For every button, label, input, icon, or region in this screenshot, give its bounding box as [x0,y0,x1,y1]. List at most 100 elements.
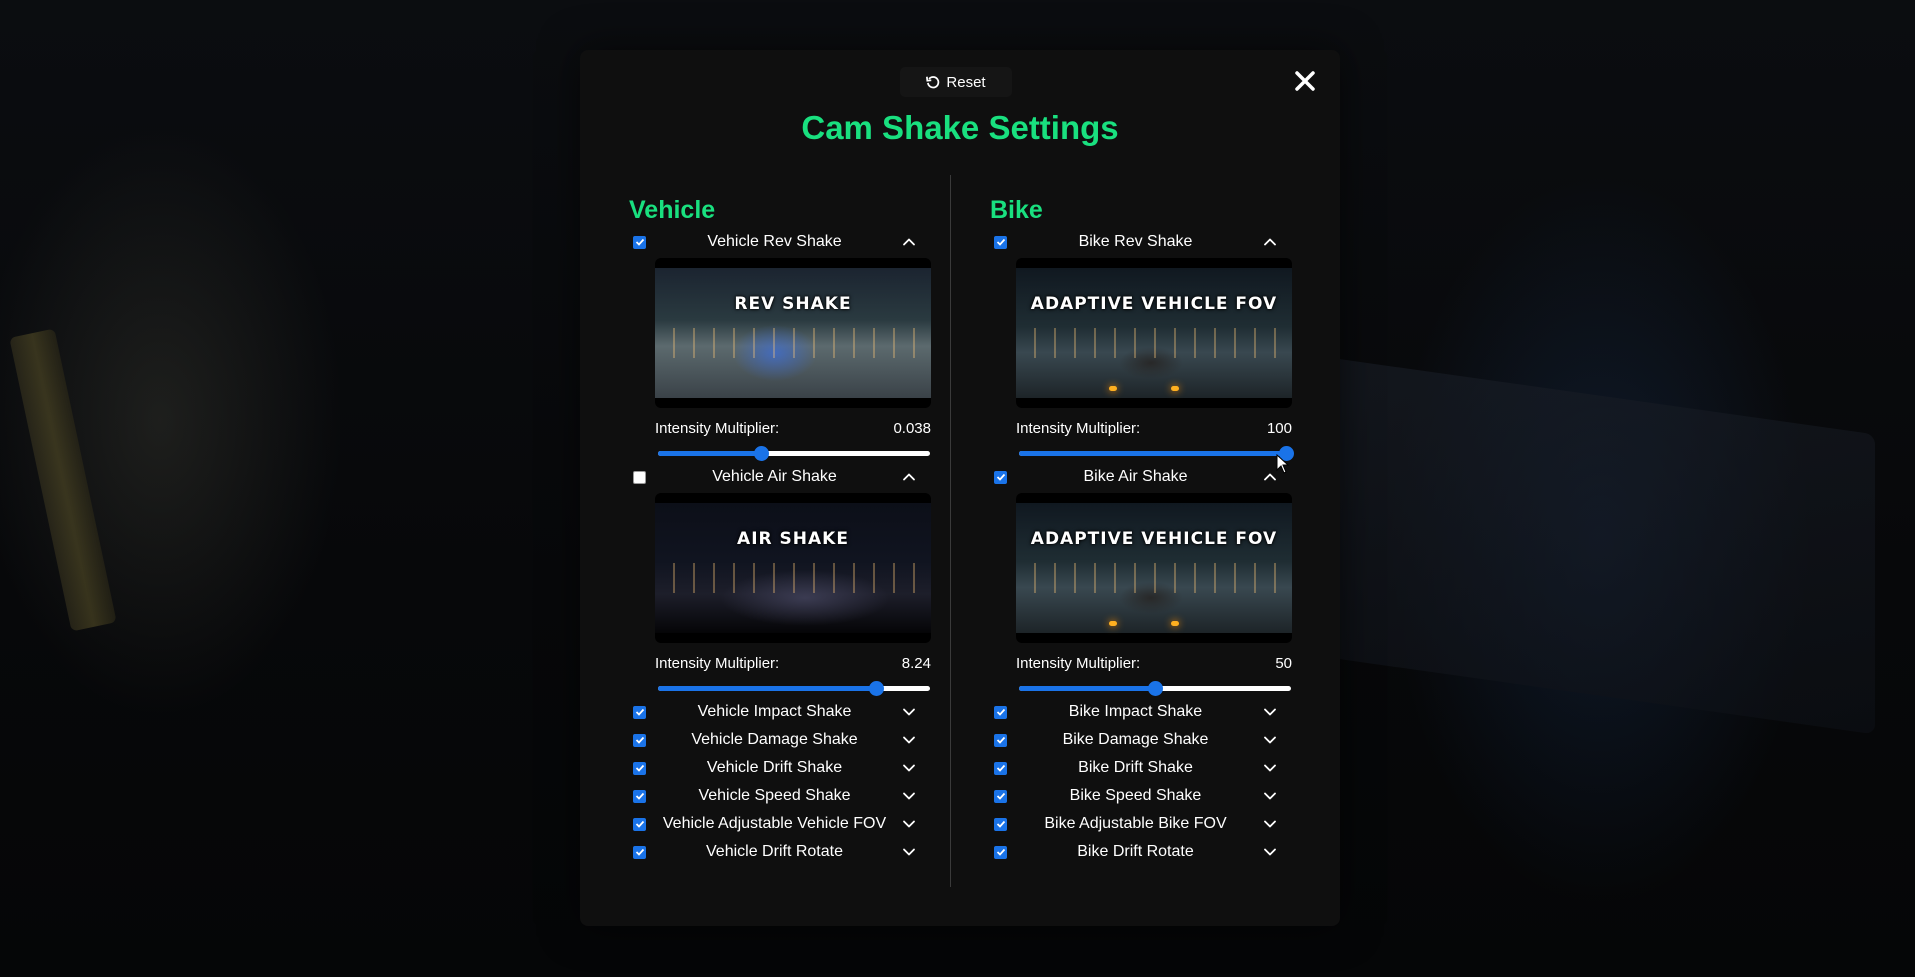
preview-image: REV SHAKE [655,258,931,408]
setting-label: Vehicle Drift Rotate [706,843,843,860]
background-vehicle [1315,355,1875,735]
checkmark-icon [996,238,1005,246]
intensity-label: Intensity Multiplier: [1016,420,1141,437]
slider-thumb[interactable] [754,446,770,461]
chevron-up-icon[interactable] [1260,232,1280,252]
checkmark-icon [996,848,1005,856]
setting-row: Bike Impact Shake [990,698,1290,726]
intensity-value: 8.24 [901,655,931,672]
chevron-down-icon[interactable] [1260,702,1280,722]
checkmark-icon [996,764,1005,772]
reset-button[interactable]: Reset [900,67,1012,97]
chevron-down-icon[interactable] [1260,814,1280,834]
chevron-down-icon[interactable] [1260,758,1280,778]
preview-title: AIR SHAKE [737,529,849,549]
intensity-label: Intensity Multiplier: [655,420,780,437]
preview-scene [655,503,931,633]
setting-checkbox[interactable] [633,470,646,484]
vehicle-heading: Vehicle [629,196,716,224]
setting-label: Vehicle Rev Shake [707,233,842,250]
chevron-down-icon[interactable] [899,814,919,834]
setting-label: Vehicle Air Shake [712,468,837,485]
preview-title: REV SHAKE [734,294,852,314]
slider-fill [658,686,876,691]
setting-row: Vehicle Air Shake [629,463,929,491]
chevron-down-icon[interactable] [899,758,919,778]
setting-label: Vehicle Impact Shake [697,703,852,720]
slider-fill [658,451,762,456]
background-post [9,328,117,632]
checkmark-icon [996,820,1005,828]
setting-checkbox[interactable] [994,761,1007,775]
setting-checkbox[interactable] [994,817,1007,831]
intensity-row: Intensity Multiplier: 100 [1016,420,1292,440]
preview-title: ADAPTIVE VEHICLE FOV [1030,294,1278,314]
checkmark-icon [635,238,644,246]
setting-checkbox[interactable] [633,845,646,859]
preview-title: ADAPTIVE VEHICLE FOV [1030,529,1278,549]
chevron-down-icon[interactable] [1260,786,1280,806]
setting-row: Bike Speed Shake [990,782,1290,810]
setting-row: Bike Adjustable Bike FOV [990,810,1290,838]
intensity-slider[interactable] [1019,446,1294,461]
setting-checkbox[interactable] [994,789,1007,803]
setting-label: Bike Speed Shake [1069,787,1202,804]
tail-light [1171,386,1179,391]
checkmark-icon [996,473,1005,481]
setting-row: Vehicle Adjustable Vehicle FOV [629,810,929,838]
mouse-cursor [1276,454,1290,474]
chevron-down-icon[interactable] [1260,730,1280,750]
chevron-up-icon[interactable] [899,467,919,487]
chevron-down-icon[interactable] [899,786,919,806]
setting-checkbox[interactable] [633,761,646,775]
slider-thumb[interactable] [1148,681,1163,696]
preview-image: AIR SHAKE [655,493,931,643]
setting-checkbox[interactable] [633,235,646,249]
chevron-down-icon[interactable] [1260,842,1280,862]
setting-label: Bike Adjustable Bike FOV [1044,815,1227,832]
checkmark-icon [635,708,644,716]
setting-label: Vehicle Damage Shake [691,731,858,748]
setting-checkbox[interactable] [994,845,1007,859]
intensity-slider[interactable] [1019,681,1291,696]
checkmark-icon [996,708,1005,716]
setting-row: Vehicle Speed Shake [629,782,929,810]
setting-label: Vehicle Adjustable Vehicle FOV [662,815,887,832]
setting-checkbox[interactable] [994,733,1007,747]
chevron-down-icon[interactable] [899,702,919,722]
close-button[interactable] [1292,68,1318,94]
intensity-value: 50 [1275,655,1292,672]
setting-label: Bike Air Shake [1083,468,1188,485]
setting-row: Vehicle Damage Shake [629,726,929,754]
intensity-slider[interactable] [658,446,930,461]
tail-light [1109,386,1117,391]
setting-label: Bike Rev Shake [1078,233,1193,250]
checkmark-icon [635,820,644,828]
intensity-value: 0.038 [893,420,931,437]
chevron-up-icon[interactable] [899,232,919,252]
preview-image: ADAPTIVE VEHICLE FOV [1016,258,1292,408]
setting-row: Bike Drift Rotate [990,838,1290,866]
setting-label: Bike Impact Shake [1068,703,1203,720]
preview-scene [655,268,931,398]
setting-row: Vehicle Drift Rotate [629,838,929,866]
bike-heading: Bike [990,196,1043,224]
setting-row: Bike Rev Shake [990,228,1290,256]
setting-checkbox[interactable] [633,733,646,747]
setting-checkbox[interactable] [633,789,646,803]
setting-label: Vehicle Speed Shake [698,787,851,804]
setting-label: Vehicle Drift Shake [706,759,843,776]
setting-checkbox[interactable] [994,705,1007,719]
setting-row: Vehicle Impact Shake [629,698,929,726]
chevron-down-icon[interactable] [899,730,919,750]
setting-checkbox[interactable] [994,470,1007,484]
setting-checkbox[interactable] [994,235,1007,249]
setting-row: Vehicle Rev Shake [629,228,929,256]
chevron-down-icon[interactable] [899,842,919,862]
intensity-slider[interactable] [658,681,930,696]
setting-row: Bike Drift Shake [990,754,1290,782]
setting-label: Bike Drift Shake [1078,759,1193,776]
setting-checkbox[interactable] [633,705,646,719]
slider-thumb[interactable] [868,681,884,696]
setting-checkbox[interactable] [633,817,646,831]
